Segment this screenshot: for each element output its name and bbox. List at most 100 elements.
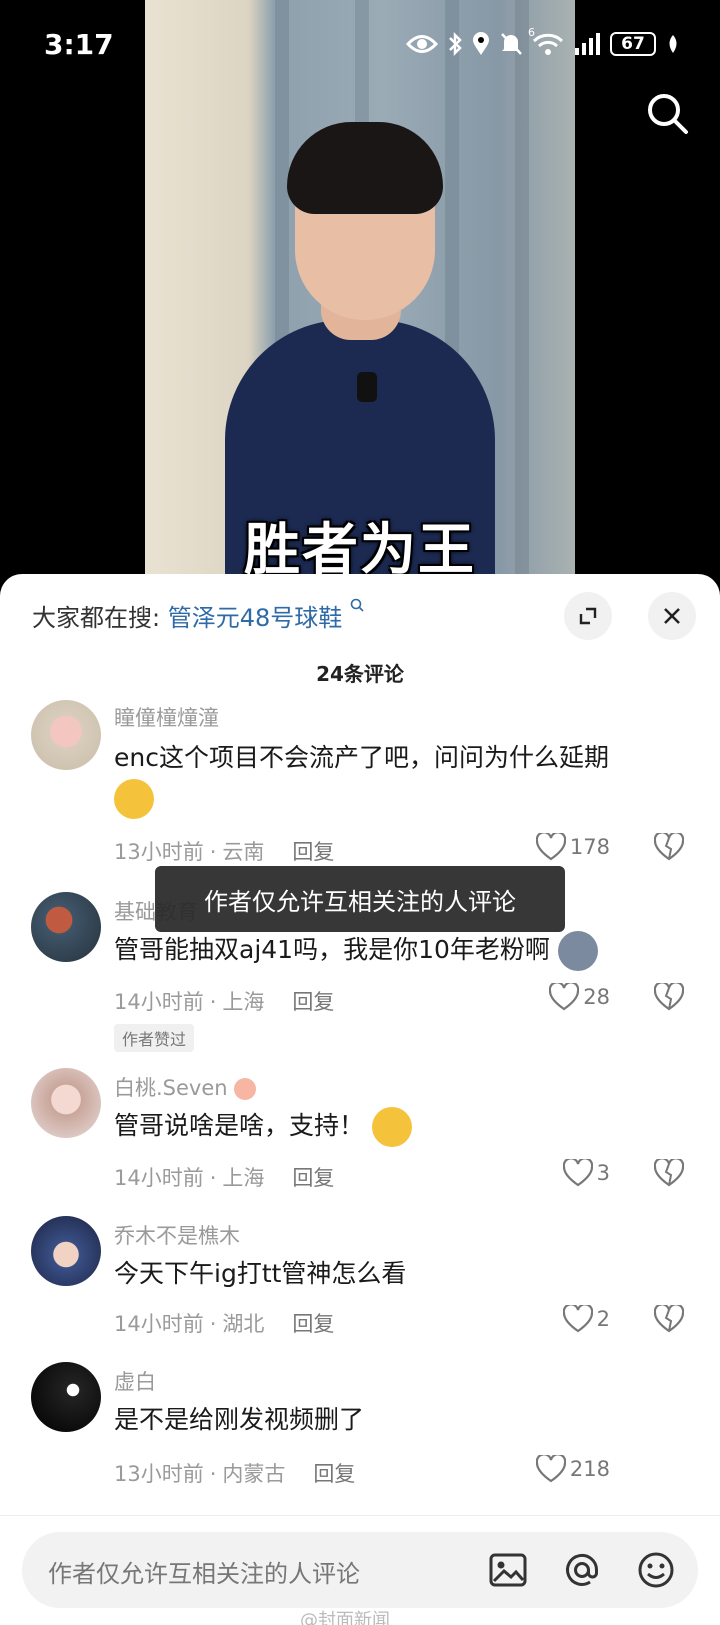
comment-location: 湖北 xyxy=(222,1312,265,1336)
status-icons: 6 67 xyxy=(406,26,680,60)
comment-meta: 14小时前 · 湖北 回复 xyxy=(114,1312,335,1336)
comment-location: 内蒙古 xyxy=(222,1462,286,1486)
dislike-button[interactable] xyxy=(653,1157,685,1191)
reply-button[interactable]: 回复 xyxy=(292,840,334,864)
expand-icon xyxy=(579,607,597,625)
like-count: 3 xyxy=(596,1161,610,1185)
search-button[interactable] xyxy=(644,90,692,138)
small-search-icon xyxy=(350,598,364,612)
comment-text-content: 管哥能抽双aj41吗，我是你10年老粉啊 xyxy=(114,935,550,964)
comment-text: 今天下午ig打tt管神怎么看 xyxy=(114,1259,407,1288)
like-button[interactable]: 218 xyxy=(535,1455,610,1483)
comment-location: 云南 xyxy=(222,840,265,864)
avatar[interactable] xyxy=(31,1362,101,1432)
comment-sheet: 大家都在搜: 管泽元48号球鞋 24条评论 瞳僮橦燑潼 enc这个项目不会流产了… xyxy=(0,574,720,1625)
heart-icon xyxy=(535,1455,566,1483)
comment-input-placeholder: 作者仅允许互相关注的人评论 xyxy=(48,1560,360,1588)
avatar[interactable] xyxy=(31,1216,101,1286)
search-icon xyxy=(648,94,688,134)
author-liked-badge: 作者赞过 xyxy=(114,1024,195,1052)
comment-meta: 14小时前 · 上海 回复 xyxy=(114,990,335,1014)
reply-button[interactable]: 回复 xyxy=(292,990,334,1014)
comment-item: 乔木不是樵木 今天下午ig打tt管神怎么看 14小时前 · 湖北 回复 2 xyxy=(0,1216,720,1366)
comment-time: 13小时前 xyxy=(114,1462,204,1486)
heart-icon xyxy=(562,1305,593,1333)
comment-text: 管哥说啥是啥，支持！ xyxy=(114,1106,684,1147)
like-count: 28 xyxy=(583,985,610,1009)
lapel-mic xyxy=(357,372,377,402)
toast-message: 作者仅允许互相关注的人评论 xyxy=(155,866,565,932)
signal-icon xyxy=(575,33,600,55)
heart-icon xyxy=(535,833,566,861)
like-count: 218 xyxy=(569,1457,610,1481)
video-player[interactable]: 胜者为王 xyxy=(0,0,720,600)
mention-icon[interactable] xyxy=(560,1548,604,1592)
like-button[interactable]: 178 xyxy=(535,833,610,861)
broken-heart-icon xyxy=(653,1157,685,1187)
comment-time: 14小时前 xyxy=(114,990,204,1014)
comment-time: 14小时前 xyxy=(114,1166,204,1190)
comment-text-content: enc这个项目不会流产了吧，问问为什么延期 xyxy=(114,743,609,772)
close-button[interactable] xyxy=(648,592,696,640)
comment-username[interactable]: 虚白 xyxy=(114,1366,156,1396)
close-icon xyxy=(664,608,680,624)
watermark: @封面新闻 xyxy=(300,1610,390,1625)
comment-item: 虚白 是不是给刚发视频删了 13小时前 · 内蒙古 回复 218 xyxy=(0,1362,720,1522)
comment-text: 管哥能抽双aj41吗，我是你10年老粉啊 xyxy=(114,930,684,971)
status-time: 3:17 xyxy=(44,28,114,61)
like-button[interactable]: 3 xyxy=(562,1159,610,1187)
comment-item: 瞳僮橦燑潼 enc这个项目不会流产了吧，问问为什么延期 13小时前 · 云南 回复 1… xyxy=(0,700,720,870)
reply-button[interactable]: 回复 xyxy=(292,1166,334,1190)
leaf-icon xyxy=(669,35,677,53)
comment-input[interactable]: 作者仅允许互相关注的人评论 xyxy=(22,1532,698,1608)
dislike-button[interactable] xyxy=(653,831,685,865)
comment-location: 上海 xyxy=(222,1166,265,1190)
hot-search[interactable]: 大家都在搜: 管泽元48号球鞋 xyxy=(32,598,364,633)
like-button[interactable]: 28 xyxy=(549,983,610,1011)
like-count: 2 xyxy=(596,1307,610,1331)
comment-text: enc这个项目不会流产了吧，问问为什么延期 xyxy=(114,738,684,819)
pleading-emoji-icon xyxy=(371,1107,412,1147)
comment-username[interactable]: 乔木不是樵木 xyxy=(114,1220,240,1250)
comment-text: 是不是给刚发视频删了 xyxy=(114,1405,365,1434)
battery-indicator: 67 xyxy=(610,32,656,56)
heart-icon xyxy=(562,1159,593,1187)
dislike-button[interactable] xyxy=(653,981,685,1015)
reply-button[interactable]: 回复 xyxy=(313,1462,355,1486)
comment-meta: 13小时前 · 内蒙古 回复 xyxy=(114,1462,356,1486)
hot-search-prefix: 大家都在搜: xyxy=(32,604,161,632)
comment-location: 上海 xyxy=(222,990,265,1014)
avatar[interactable] xyxy=(31,892,101,962)
broken-heart-icon xyxy=(653,981,685,1011)
like-button[interactable]: 2 xyxy=(562,1305,610,1333)
comment-input-bar: 作者仅允许互相关注的人评论 @封面新闻 xyxy=(0,1515,720,1625)
hot-search-term[interactable]: 管泽元48号球鞋 xyxy=(168,604,343,632)
bluetooth-icon xyxy=(449,32,462,56)
comment-count: 24条评论 xyxy=(316,662,404,686)
image-icon[interactable] xyxy=(486,1548,530,1592)
emoji-icon[interactable] xyxy=(634,1548,678,1592)
comment-time: 13小时前 xyxy=(114,840,204,864)
comment-item: 白桃.Seven 管哥说啥是啥，支持！ 14小时前 · 上海 回复 3 xyxy=(0,1068,720,1218)
broken-heart-icon xyxy=(653,831,685,861)
location-icon xyxy=(473,32,489,55)
network-type: 6 xyxy=(528,26,535,39)
comment-meta: 14小时前 · 上海 回复 xyxy=(114,1166,335,1190)
dislike-button[interactable] xyxy=(653,1303,685,1337)
comment-meta: 13小时前 · 云南 回复 xyxy=(114,840,335,864)
comment-username[interactable]: 白桃.Seven xyxy=(114,1072,257,1102)
comment-text-content: 管哥说啥是啥，支持！ xyxy=(114,1111,365,1140)
eye-icon xyxy=(406,35,438,53)
dog-emoji-icon xyxy=(557,931,598,971)
like-count: 178 xyxy=(569,835,610,859)
avatar[interactable] xyxy=(31,700,101,770)
wifi-icon: 6 xyxy=(528,26,564,56)
peach-emoji-icon xyxy=(234,1078,257,1100)
expand-button[interactable] xyxy=(564,592,612,640)
comment-username-text: 白桃.Seven xyxy=(114,1076,228,1100)
avatar[interactable] xyxy=(31,1068,101,1138)
mute-bell-icon xyxy=(501,33,522,55)
reply-button[interactable]: 回复 xyxy=(292,1312,334,1336)
broken-heart-icon xyxy=(653,1303,685,1333)
comment-username[interactable]: 瞳僮橦燑潼 xyxy=(114,702,219,732)
